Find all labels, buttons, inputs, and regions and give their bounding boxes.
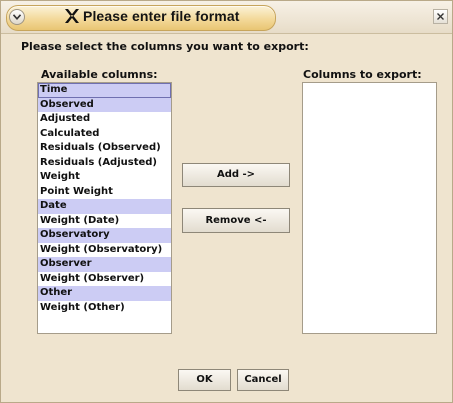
list-item[interactable]: Date [38, 199, 171, 214]
ok-button[interactable]: OK [178, 369, 231, 391]
columns-to-export-label: Columns to export: [303, 68, 422, 81]
list-item[interactable]: Point Weight [38, 185, 171, 200]
available-columns-label: Available columns: [41, 68, 158, 81]
export-dialog: Please enter file format Please select t… [0, 0, 453, 403]
cancel-button[interactable]: Cancel [237, 369, 289, 391]
instruction-text: Please select the columns you want to ex… [21, 40, 309, 53]
chevron-down-icon [13, 14, 21, 20]
window-title: Please enter file format [83, 8, 240, 24]
list-item[interactable]: Observed [38, 97, 171, 112]
list-item[interactable]: Weight (Observer) [38, 272, 171, 287]
list-item[interactable]: Weight (Date) [38, 214, 171, 229]
list-item[interactable]: Adjusted [38, 112, 171, 127]
list-item[interactable]: Residuals (Observed) [38, 141, 171, 156]
title-bar[interactable]: Please enter file format [1, 1, 452, 34]
list-item[interactable]: Other [38, 286, 171, 301]
close-icon [437, 13, 444, 20]
list-item[interactable]: Weight (Other) [38, 301, 171, 316]
close-button[interactable] [433, 9, 448, 24]
list-item[interactable]: Observatory [38, 228, 171, 243]
available-columns-list[interactable]: Time Observed Adjusted Calculated Residuals … [37, 82, 172, 334]
list-item[interactable]: Time [38, 83, 171, 98]
add-button[interactable]: Add -> [182, 163, 290, 187]
list-item[interactable]: Calculated [38, 127, 171, 142]
list-item[interactable]: Observer [38, 257, 171, 272]
x-logo-icon [65, 9, 79, 23]
columns-to-export-list[interactable] [302, 82, 437, 334]
list-item[interactable]: Weight (Observatory) [38, 243, 171, 258]
remove-button[interactable]: Remove <- [182, 208, 290, 233]
list-item[interactable]: Weight [38, 170, 171, 185]
list-item[interactable]: Residuals (Adjusted) [38, 156, 171, 171]
window-menu-button[interactable] [9, 9, 25, 25]
